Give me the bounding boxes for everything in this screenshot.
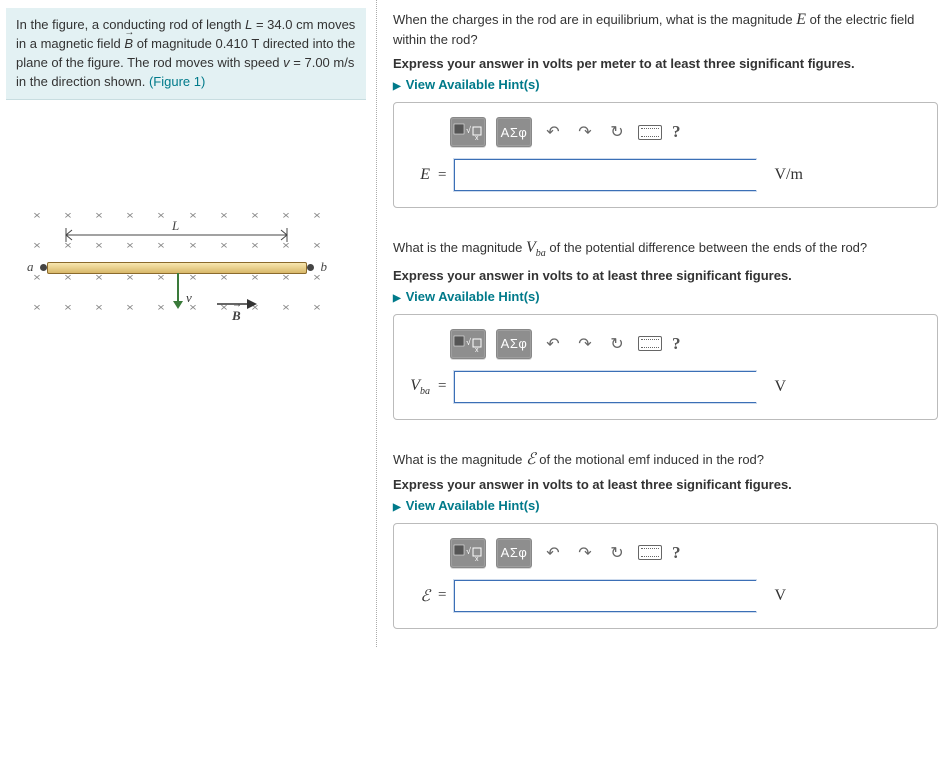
sym-B: B <box>124 35 133 54</box>
answer-var-3: ℰ <box>410 586 430 606</box>
keyboard-button[interactable] <box>638 125 662 140</box>
svg-text:x: x <box>475 135 479 141</box>
label-b: b <box>321 259 328 275</box>
instruct-3: Express your answer in volts to at least… <box>393 477 938 492</box>
question-3: What is the magnitude ℰ of the motional … <box>393 448 938 471</box>
answer-unit-2: V <box>774 378 786 396</box>
answer-input-2[interactable] <box>455 372 767 402</box>
help-button[interactable]: ? <box>672 543 681 563</box>
answer-box-1: √x ΑΣφ ↶ ↷ ↻ ? E = V/m <box>393 102 938 208</box>
redo-button[interactable]: ↷ <box>574 334 596 354</box>
label-a: a <box>27 259 34 275</box>
hints-toggle-3[interactable]: View Available Hint(s) <box>393 498 540 513</box>
equals: = <box>438 167 446 184</box>
reset-button[interactable]: ↻ <box>606 543 628 563</box>
val-L: = 34.0 cm <box>252 17 313 32</box>
label-v: v <box>186 290 192 306</box>
redo-button[interactable]: ↷ <box>574 122 596 142</box>
reset-button[interactable]: ↻ <box>606 122 628 142</box>
instruct-2: Express your answer in volts to at least… <box>393 268 938 283</box>
equals: = <box>438 378 446 395</box>
svg-text:x: x <box>475 556 479 562</box>
answer-var-2: Vba <box>410 377 430 397</box>
label-B: B <box>232 308 241 324</box>
question-2: What is the magnitude Vba of the potenti… <box>393 236 938 262</box>
redo-button[interactable]: ↷ <box>574 543 596 563</box>
help-button[interactable]: ? <box>672 122 681 142</box>
answer-input-3[interactable] <box>455 581 767 611</box>
symbols-button[interactable]: ΑΣφ <box>496 538 532 568</box>
symbols-button[interactable]: ΑΣφ <box>496 117 532 147</box>
answer-box-3: √x ΑΣφ ↶ ↷ ↻ ? ℰ = V <box>393 523 938 629</box>
help-button[interactable]: ? <box>672 334 681 354</box>
hints-toggle-1[interactable]: View Available Hint(s) <box>393 77 540 92</box>
val-B: of magnitude 0.410 T <box>133 36 259 51</box>
template-button[interactable]: √x <box>450 117 486 147</box>
answer-input-1[interactable] <box>455 160 767 190</box>
answer-var-1: E <box>410 166 430 184</box>
svg-text:√: √ <box>466 125 471 135</box>
undo-button[interactable]: ↶ <box>542 334 564 354</box>
hints-toggle-2[interactable]: View Available Hint(s) <box>393 289 540 304</box>
problem-text: in the direction shown. <box>16 74 149 89</box>
template-button[interactable]: √x <box>450 329 486 359</box>
instruct-1: Express your answer in volts per meter t… <box>393 56 938 71</box>
undo-button[interactable]: ↶ <box>542 543 564 563</box>
problem-statement: In the figure, a conducting rod of lengt… <box>6 8 366 100</box>
figure-link[interactable]: (Figure 1) <box>149 74 205 89</box>
keyboard-button[interactable] <box>638 545 662 560</box>
keyboard-button[interactable] <box>638 336 662 351</box>
answer-unit-3: V <box>774 587 786 605</box>
svg-text:x: x <box>475 347 479 353</box>
svg-text:√: √ <box>466 337 471 347</box>
arrow-v <box>172 273 184 309</box>
svg-text:√: √ <box>466 546 471 556</box>
template-button[interactable]: √x <box>450 538 486 568</box>
label-L: L <box>172 218 179 234</box>
undo-button[interactable]: ↶ <box>542 122 564 142</box>
reset-button[interactable]: ↻ <box>606 334 628 354</box>
val-v: = 7.00 m/s <box>290 55 355 70</box>
answer-unit-1: V/m <box>774 166 802 184</box>
symbols-button[interactable]: ΑΣφ <box>496 329 532 359</box>
equals: = <box>438 587 446 604</box>
question-1: When the charges in the rod are in equil… <box>393 8 938 50</box>
figure-diagram: ×××××××××× ×××××××××× ×××××××××× ×××××××… <box>22 210 332 350</box>
answer-box-2: √x ΑΣφ ↶ ↷ ↻ ? Vba = V <box>393 314 938 420</box>
